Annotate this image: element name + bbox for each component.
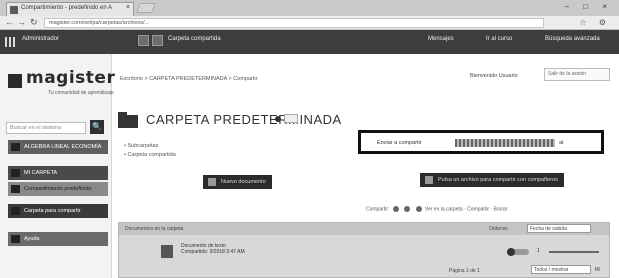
document-icon xyxy=(208,178,216,186)
sidebar: magister Tu comunidad de aprendizaje Bus… xyxy=(0,54,115,278)
help-icon xyxy=(11,235,20,243)
file-date: Compartido: 9/2018 9:47 AM xyxy=(181,249,245,255)
listing-header: Documentos en la carpeta Ordenar: Fecha … xyxy=(119,223,609,235)
folder-icon xyxy=(118,112,138,128)
sidebar-item-label: Ayuda xyxy=(24,236,40,242)
listing-header-title: Documentos en la carpeta xyxy=(125,226,184,232)
topbar-item-admin[interactable]: Administrador xyxy=(22,36,59,42)
sidebar-item-label: Carpeta para compartir xyxy=(24,208,81,214)
link-subfolders[interactable]: Subcarpetas xyxy=(124,142,176,151)
share-info-value xyxy=(455,139,555,147)
reload-icon[interactable]: ↻ xyxy=(30,17,38,28)
tab-close-icon[interactable]: × xyxy=(126,4,130,11)
topbar-square-icon[interactable] xyxy=(152,35,163,46)
share-toolbar: Compartir: Ver en la carpeta · Compartir… xyxy=(366,206,507,212)
topbar-item-course[interactable]: Ir al curso xyxy=(486,36,512,42)
folder-links: Subcarpetas Carpeta compartida xyxy=(124,142,176,160)
page-title: CARPETA PREDETERMINADA xyxy=(146,112,342,127)
file-toggle[interactable] xyxy=(507,248,529,256)
favicon-icon xyxy=(10,6,18,14)
file-count: 1 xyxy=(537,248,540,254)
url-input[interactable]: magister.com/net/pa/carpetas/archivos/..… xyxy=(44,18,544,28)
share-info-tail: al xyxy=(559,140,564,146)
folder-icon xyxy=(11,185,20,193)
course-icon xyxy=(11,143,20,151)
browser-tabstrip: Compartimiento - predefinido en A × – □ … xyxy=(0,0,619,16)
back-icon[interactable]: ← xyxy=(5,17,14,27)
sidebar-item-default-share[interactable]: Compartimiento predefinido xyxy=(8,182,108,196)
folder-icon xyxy=(11,169,20,177)
options-dot-icon[interactable] xyxy=(275,116,281,122)
search-button[interactable]: 🔍 xyxy=(90,120,104,134)
logo-subtitle: Tu comunidad de aprendizaje xyxy=(48,90,114,96)
sidebar-item-help[interactable]: Ayuda xyxy=(8,232,108,246)
sidebar-item-share-folder[interactable]: Carpeta para compartir xyxy=(8,204,108,218)
topbar-square-icon[interactable] xyxy=(138,35,149,46)
user-label: Bienvenido Usuario xyxy=(470,73,518,79)
share-info-box: Enviar a compartir al xyxy=(358,130,604,154)
address-bar: ← → ↻ magister.com/net/pa/carpetas/archi… xyxy=(0,16,619,30)
logo-mark-icon xyxy=(8,74,22,88)
file-name[interactable]: Documento de texto Compartido: 9/2018 9:… xyxy=(181,243,245,255)
logo[interactable]: magister Tu comunidad de aprendizaje xyxy=(8,68,115,96)
sidebar-item-course[interactable]: ALGEBRA LINEAL ECONOMÍA xyxy=(8,140,108,154)
sort-label: Ordenar: xyxy=(489,226,509,232)
pager: Página 1 de 1 xyxy=(449,268,480,274)
new-document-button[interactable]: Nuevo documento xyxy=(203,175,272,189)
new-document-label: Nuevo documento xyxy=(221,179,266,185)
share-label: Compartir: xyxy=(366,206,390,213)
app-topbar: Administrador Carpeta compartida Mensaje… xyxy=(0,30,619,54)
per-page-go-button[interactable]: IR xyxy=(595,267,600,273)
file-icon xyxy=(161,245,173,258)
file-slider[interactable] xyxy=(549,251,599,253)
view-icon[interactable] xyxy=(392,206,399,212)
forward-icon[interactable]: → xyxy=(17,17,26,27)
window-controls[interactable]: – □ × xyxy=(565,2,613,11)
logout-button[interactable]: Salir de la sesión xyxy=(544,68,610,81)
share-actions[interactable]: Ver en la carpeta · Compartir · Borrar xyxy=(425,206,508,212)
send-share-button[interactable]: Pulsa un archivo para compartir con comp… xyxy=(420,173,564,187)
delete-icon[interactable] xyxy=(415,206,422,212)
file-listing: Documentos en la carpeta Ordenar: Fecha … xyxy=(118,222,610,278)
share-info-label: Enviar a compartir xyxy=(377,140,422,146)
sidebar-item-my-folder[interactable]: MI CARPETA xyxy=(8,166,108,180)
browser-tab[interactable]: Compartimiento - predefinido en A × xyxy=(6,2,134,16)
topbar-item-messages[interactable]: Mensajes xyxy=(428,36,454,42)
send-share-label: Pulsa un archivo para compartir con comp… xyxy=(438,177,558,183)
sidebar-item-label: ALGEBRA LINEAL ECONOMÍA xyxy=(24,144,102,150)
sidebar-item-label: Compartimiento predefinido xyxy=(24,186,92,192)
apps-grid-icon[interactable] xyxy=(5,37,15,47)
breadcrumb[interactable]: Escritorio > CARPETA PREDETERMINADA > Co… xyxy=(120,76,257,82)
tab-title: Compartimiento - predefinido en A xyxy=(21,5,113,11)
sidebar-item-label: MI CARPETA xyxy=(24,170,58,176)
address-bar-icons[interactable]: ☆ ⚙ xyxy=(579,18,611,27)
per-page-select[interactable]: Todos / mostrar xyxy=(531,265,591,274)
title-options-button[interactable] xyxy=(284,114,298,123)
list-item[interactable]: Documento de texto Compartido: 9/2018 9:… xyxy=(119,239,609,265)
share-icon[interactable] xyxy=(404,206,411,212)
sort-select[interactable]: Fecha de subida xyxy=(527,224,591,233)
share-folder-icon xyxy=(11,207,20,215)
search-input[interactable]: Buscar en el sistema xyxy=(6,122,86,134)
share-icon xyxy=(425,176,433,184)
link-shared-folder[interactable]: Carpeta compartida xyxy=(124,151,175,160)
topbar-item-shared[interactable]: Carpeta compartida xyxy=(168,36,221,42)
logo-text: magister xyxy=(26,68,116,88)
new-tab-button[interactable] xyxy=(136,3,156,13)
topbar-item-advanced-search[interactable]: Búsqueda avanzada xyxy=(545,36,600,42)
